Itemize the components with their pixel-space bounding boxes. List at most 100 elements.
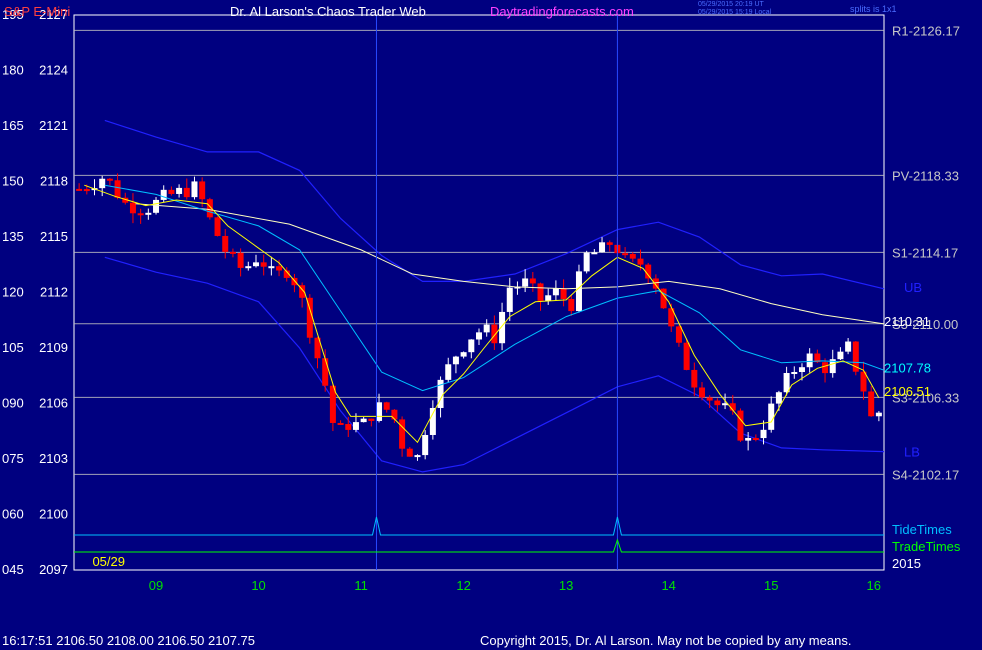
symbol-label: S&P E-Mini (4, 4, 71, 19)
y-price-tick: 2121 (39, 118, 68, 133)
price-bar-down (137, 213, 144, 216)
tide-times-line (74, 516, 884, 536)
price-bar-down (675, 326, 682, 343)
price-bar-down (322, 358, 329, 386)
price-bar-down (529, 278, 536, 284)
y-alt-tick: 060 (2, 507, 24, 522)
price-bar-down (129, 202, 136, 214)
price-bar-down (622, 253, 629, 256)
price-bar-down (76, 188, 83, 191)
price-bar-down (383, 402, 390, 410)
x-tick: 12 (456, 578, 470, 593)
y-alt-tick: 180 (2, 63, 24, 78)
price-bar-down (629, 253, 636, 259)
pivot-label: PV-2118.33 (892, 168, 959, 183)
price-bar-down (183, 187, 190, 198)
ma-fast-line (84, 184, 880, 444)
price-bar-down (222, 235, 229, 252)
y-price-tick: 2097 (39, 562, 68, 577)
price-bar-down (706, 397, 713, 401)
price-bar-up (783, 372, 790, 393)
y-price-tick: 2112 (40, 285, 68, 300)
x-tick: 11 (354, 578, 368, 593)
price-annotation: 2107.78 (884, 361, 931, 376)
price-bar-up (552, 288, 559, 296)
price-bar-up (268, 266, 275, 269)
price-bar-down (391, 409, 398, 420)
band-layer: UB LB (104, 119, 922, 473)
price-bar-up (483, 324, 490, 333)
y-alt-tick: 105 (2, 340, 24, 355)
price-bar-up (422, 434, 429, 456)
price-bar-up (414, 455, 421, 458)
y-alt-tick: 165 (2, 118, 24, 133)
price-bar-up (468, 339, 475, 353)
price-bar-down (229, 251, 236, 254)
price-bar-up (476, 332, 482, 340)
y-alt-tick: 150 (2, 174, 24, 189)
x-tick: 13 (559, 578, 573, 593)
price-bar-up (360, 418, 367, 423)
price-bar-down (691, 369, 698, 388)
x-tick: 14 (661, 578, 675, 593)
price-bar-up (545, 295, 552, 301)
price-bar-down (237, 252, 244, 268)
y-alt-tick: 075 (2, 451, 24, 466)
price-bar-up (191, 181, 198, 198)
x-tick: 16 (867, 578, 881, 593)
price-bar-up (583, 252, 590, 272)
chart-canvas: R1-2126.17PV-2118.33S1-2114.17S3-2110.00… (2, 7, 961, 593)
price-bar-down (345, 424, 352, 430)
trade-times-label: TradeTimes (892, 539, 961, 554)
price-bar-down (606, 242, 613, 245)
y-price-tick: 2100 (39, 507, 68, 522)
pivot-label: S4-2102.17 (892, 467, 959, 482)
y-alt-tick: 120 (2, 285, 24, 300)
price-bar-down (560, 288, 567, 299)
x-tick: 09 (149, 578, 163, 593)
year-label: 2015 (892, 556, 921, 571)
price-bar-up (775, 392, 782, 404)
price-bar-up (837, 351, 844, 360)
price-bar-down (537, 283, 544, 301)
price-bar-down (568, 298, 575, 312)
price-bar-up (176, 187, 183, 194)
split-label: splits is 1x1 (850, 4, 897, 14)
price-bar-down (276, 266, 283, 271)
price-bar-down (406, 448, 413, 457)
price-bar-down (337, 422, 344, 425)
price-bar-up (599, 242, 606, 253)
price-bar-down (106, 178, 113, 181)
chart-title: Dr. Al Larson's Chaos Trader Web (230, 4, 426, 19)
y-alt-tick: 135 (2, 229, 24, 244)
price-bar-down (752, 438, 759, 441)
price-bar-up (153, 199, 160, 213)
upper-band (104, 119, 885, 290)
y-price-tick: 2109 (39, 340, 68, 355)
price-bar-up (575, 271, 582, 312)
price-bar-up (768, 403, 775, 430)
price-bar-up (522, 278, 529, 287)
price-bar-up (845, 341, 852, 352)
date-label: 05/29 (92, 554, 125, 569)
price-bar-down (260, 262, 267, 267)
moving-averages: 2110.31 2107.78 2106.51 (84, 184, 931, 444)
trade-times-line (74, 538, 884, 553)
price-bar-down (83, 189, 90, 192)
price-bar-up (499, 311, 506, 344)
y-price-tick: 2103 (39, 451, 68, 466)
price-bar-up (745, 438, 752, 441)
price-bar-up (429, 407, 436, 435)
timestamp-local: 05/29/2015 15:19 Local (698, 9, 772, 16)
price-annotation: 2106.51 (884, 384, 931, 399)
price-bar-up (99, 178, 106, 189)
price-bar-down (399, 419, 406, 449)
price-bar-up (591, 252, 598, 255)
price-bar-down (699, 387, 706, 398)
copyright: Copyright 2015, Dr. Al Larson. May not b… (480, 633, 852, 648)
price-bar-down (291, 277, 298, 286)
site-link[interactable]: Daytradingforecasts.com (490, 4, 634, 19)
price-bar-down (683, 342, 690, 370)
price-bar-down (737, 410, 744, 441)
price-bar-down (114, 180, 121, 198)
